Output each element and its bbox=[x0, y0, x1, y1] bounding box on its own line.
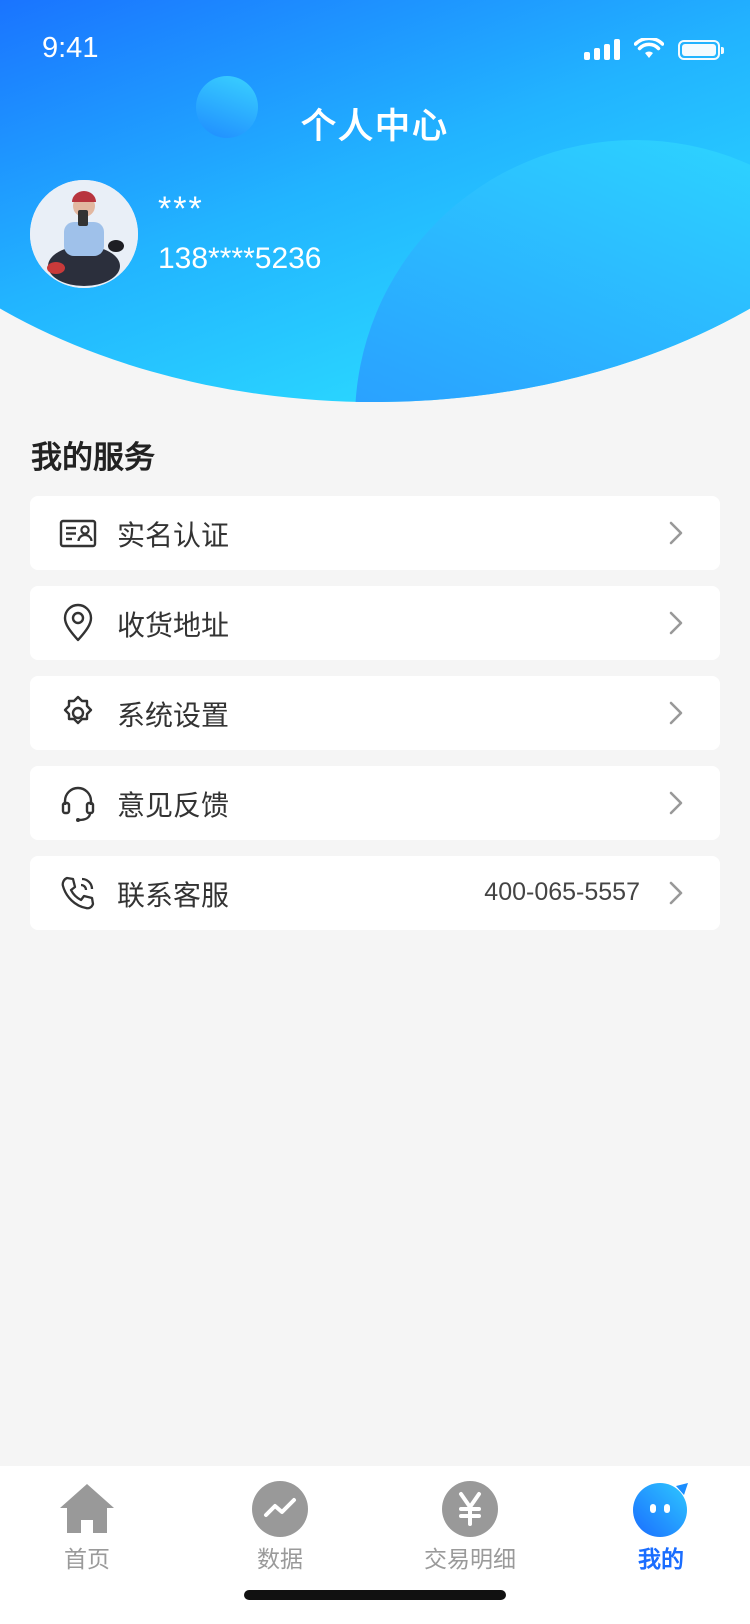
menu-item-feedback[interactable]: 意见反馈 bbox=[30, 766, 720, 840]
profile-bubble-icon bbox=[633, 1483, 688, 1537]
location-pin-icon bbox=[63, 603, 93, 642]
menu-item-shipping-address[interactable]: 收货地址 bbox=[30, 586, 720, 660]
menu-item-system-settings[interactable]: 系统设置 bbox=[30, 676, 720, 750]
tab-home[interactable]: 首页 bbox=[12, 1466, 162, 1586]
user-name: *** bbox=[158, 190, 204, 228]
tab-label: 我的 bbox=[638, 1547, 684, 1573]
menu-item-label: 收货地址 bbox=[117, 609, 230, 642]
tab-transaction-details[interactable]: 交易明细 bbox=[395, 1466, 545, 1586]
support-phone-number: 400-065-5557 bbox=[484, 878, 640, 906]
id-card-icon bbox=[59, 519, 97, 548]
status-time: 9:41 bbox=[42, 32, 99, 64]
chevron-right-icon bbox=[669, 701, 683, 725]
cellular-signal-icon bbox=[584, 38, 620, 60]
tab-label: 数据 bbox=[257, 1547, 303, 1573]
status-icons bbox=[584, 32, 724, 60]
menu-item-label: 意见反馈 bbox=[117, 789, 230, 822]
status-bar: 9:41 bbox=[0, 0, 750, 96]
menu-item-label: 系统设置 bbox=[117, 699, 230, 732]
avatar-photo bbox=[30, 180, 138, 288]
tab-label: 首页 bbox=[64, 1547, 110, 1573]
wifi-icon bbox=[634, 38, 664, 58]
menu-item-contact-support[interactable]: 联系客服 400-065-5557 bbox=[30, 856, 720, 930]
battery-icon bbox=[678, 40, 724, 60]
menu-item-label: 实名认证 bbox=[117, 519, 230, 552]
headset-icon bbox=[61, 786, 95, 822]
gear-icon bbox=[63, 695, 93, 725]
chevron-right-icon bbox=[669, 521, 683, 545]
chart-icon bbox=[252, 1481, 308, 1537]
chevron-right-icon bbox=[669, 881, 683, 905]
tab-label: 交易明细 bbox=[424, 1547, 516, 1573]
menu-item-real-name-verification[interactable]: 实名认证 bbox=[30, 496, 720, 570]
chevron-right-icon bbox=[669, 791, 683, 815]
chevron-right-icon bbox=[669, 611, 683, 635]
bottom-tab-bar: 首页 数据 交易明细 我的 bbox=[0, 1466, 750, 1624]
tab-data[interactable]: 数据 bbox=[205, 1466, 355, 1586]
home-icon bbox=[60, 1484, 114, 1533]
avatar[interactable] bbox=[30, 180, 138, 288]
yen-icon bbox=[442, 1481, 498, 1537]
services-section-title: 我的服务 bbox=[31, 440, 155, 476]
tab-mine[interactable]: 我的 bbox=[586, 1466, 736, 1586]
phone-icon bbox=[61, 876, 95, 910]
home-indicator bbox=[244, 1590, 506, 1600]
page-title: 个人中心 bbox=[300, 107, 449, 147]
header-decoration-circle bbox=[355, 140, 750, 402]
user-phone: 138****5236 bbox=[158, 242, 322, 275]
menu-item-label: 联系客服 bbox=[117, 879, 230, 912]
